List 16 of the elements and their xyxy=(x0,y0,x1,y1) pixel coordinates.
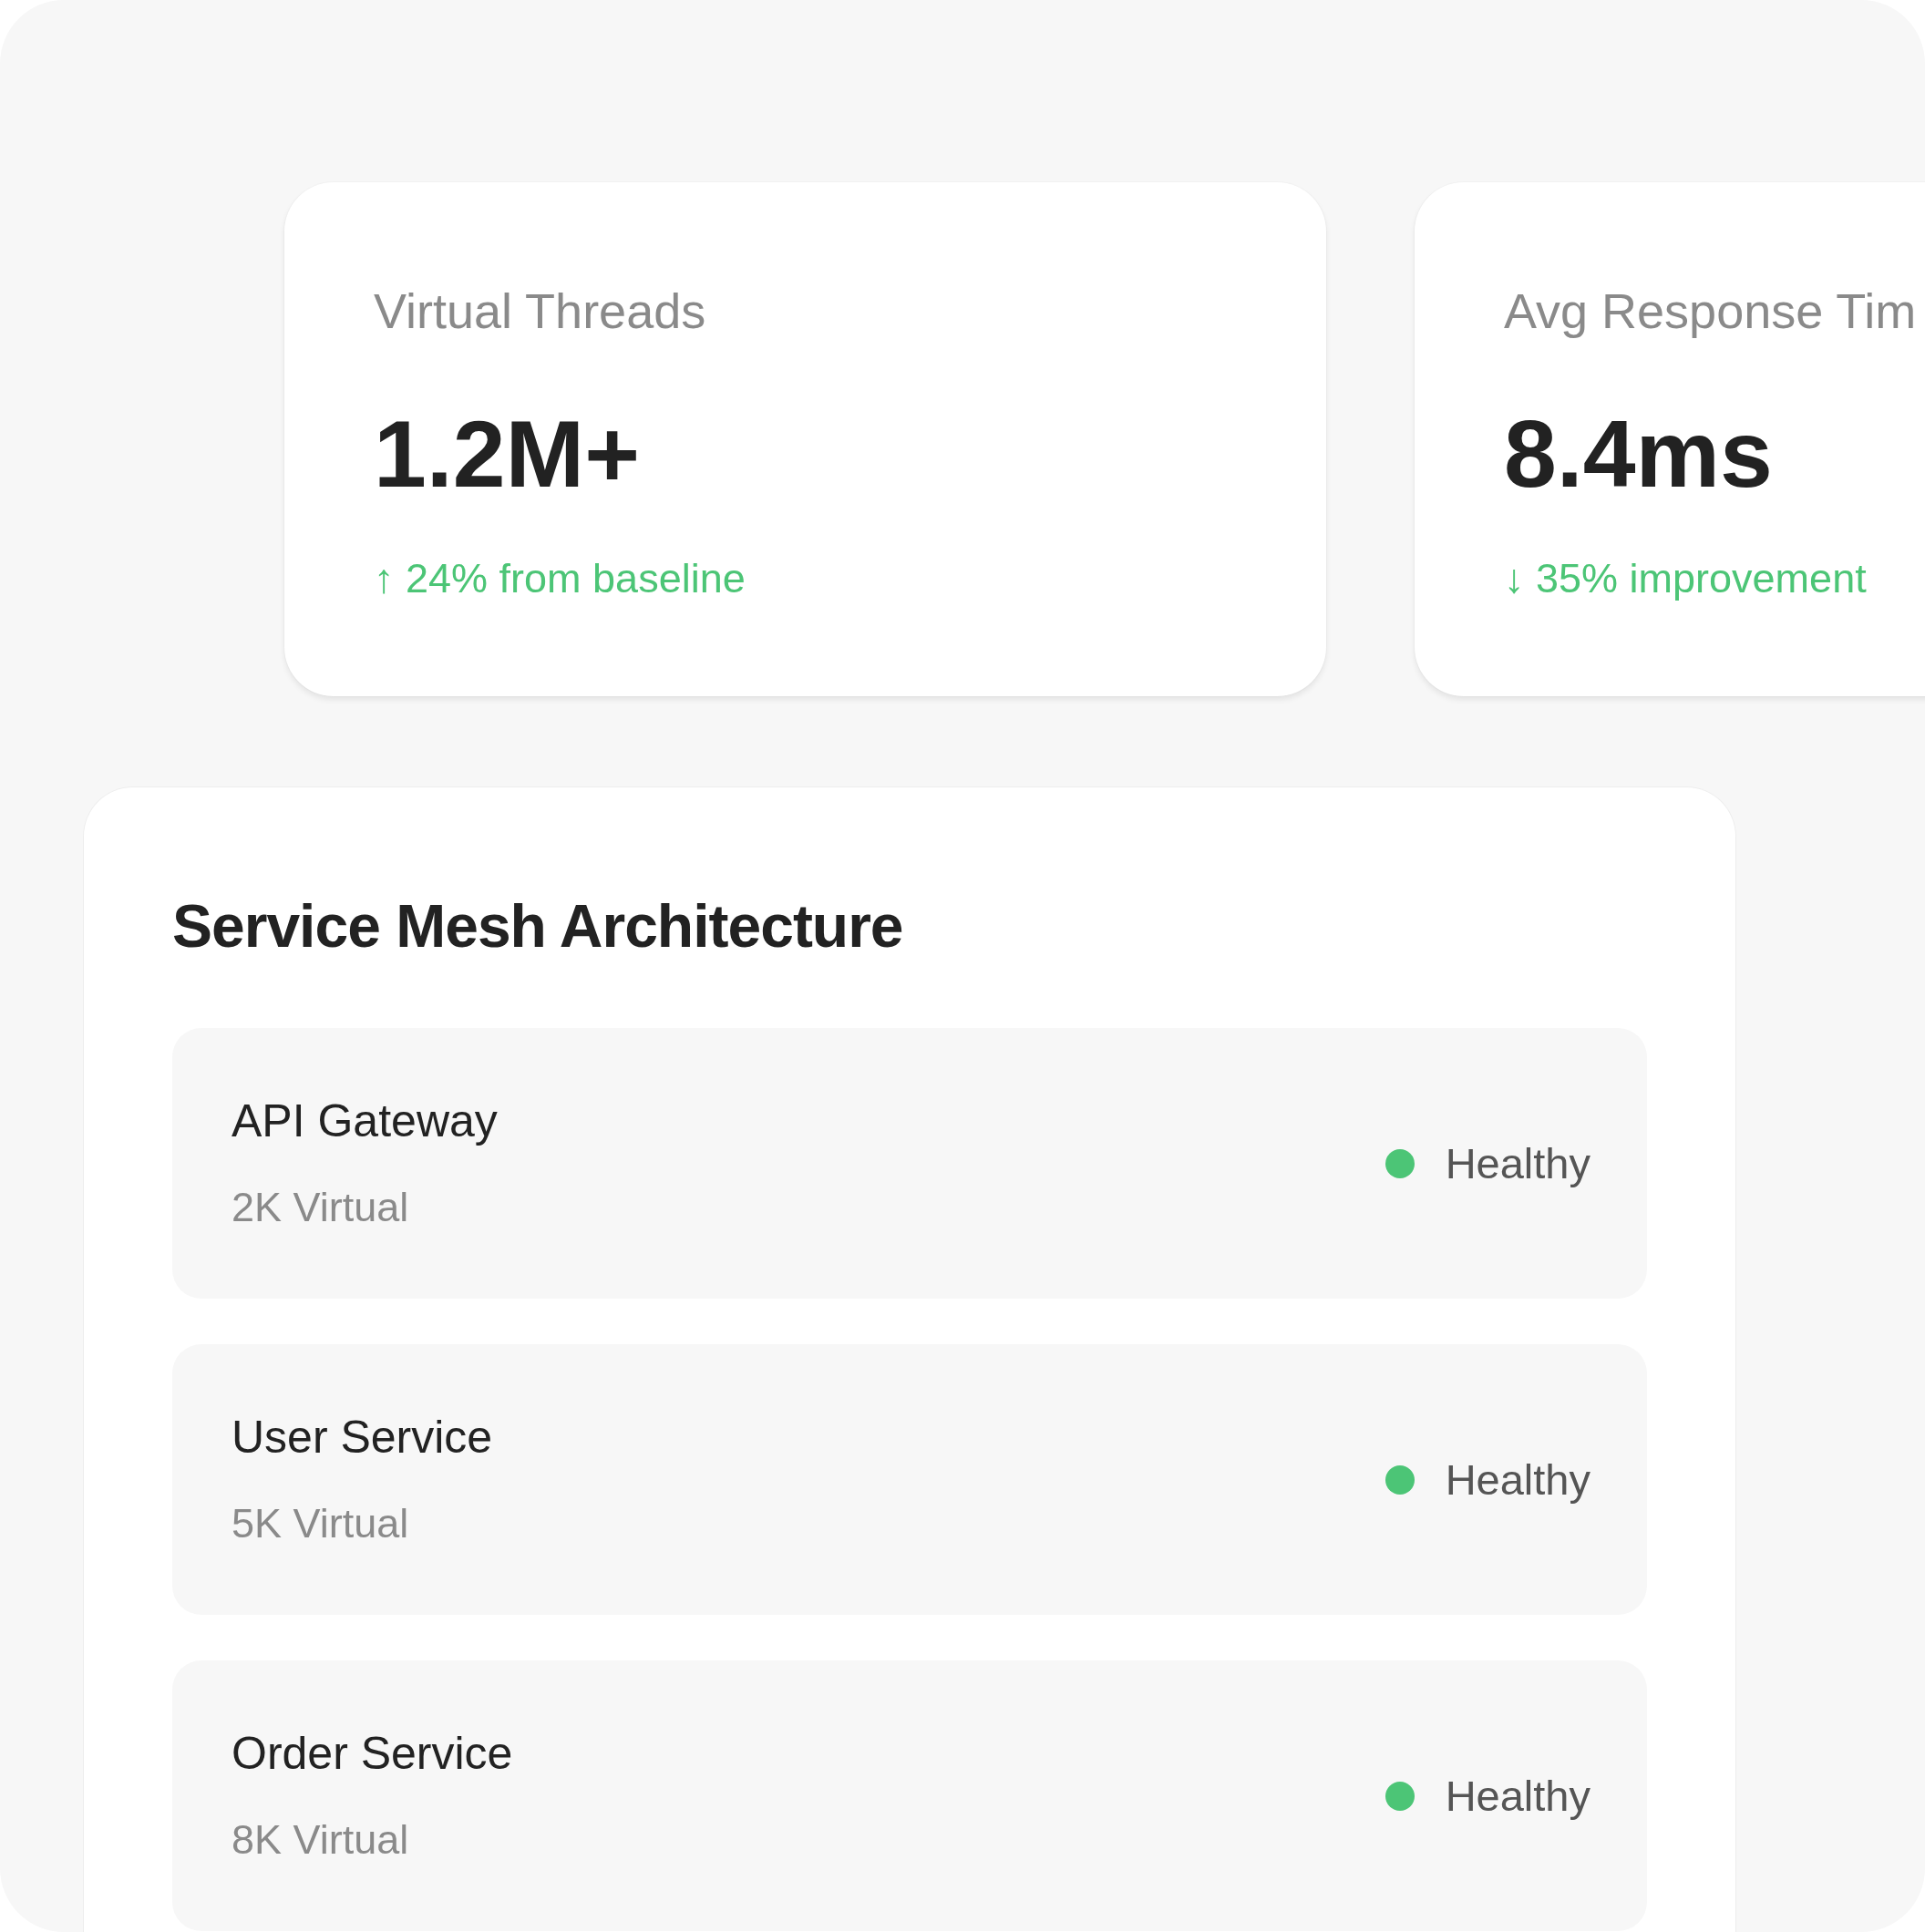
metric-value: 8.4ms xyxy=(1504,400,1773,509)
status-label: Healthy xyxy=(1445,1770,1590,1822)
status-label: Healthy xyxy=(1445,1454,1590,1506)
service-detail: 2K Virtual xyxy=(232,1183,409,1232)
service-name: User Service xyxy=(232,1411,493,1464)
metric-change: ↓ 35% improvement xyxy=(1504,554,1867,603)
service-detail: 5K Virtual xyxy=(232,1499,409,1548)
metric-change: ↑ 24% from baseline xyxy=(374,554,746,603)
status-label: Healthy xyxy=(1445,1137,1590,1189)
metric-label: Avg Response Tim xyxy=(1504,283,1917,340)
metric-label: Virtual Threads xyxy=(374,283,706,340)
service-detail: 8K Virtual xyxy=(232,1815,409,1865)
service-name: Order Service xyxy=(232,1727,513,1781)
panel-title: Service Mesh Architecture xyxy=(172,891,903,961)
metric-value: 1.2M+ xyxy=(374,400,640,509)
service-name: API Gateway xyxy=(232,1094,498,1148)
